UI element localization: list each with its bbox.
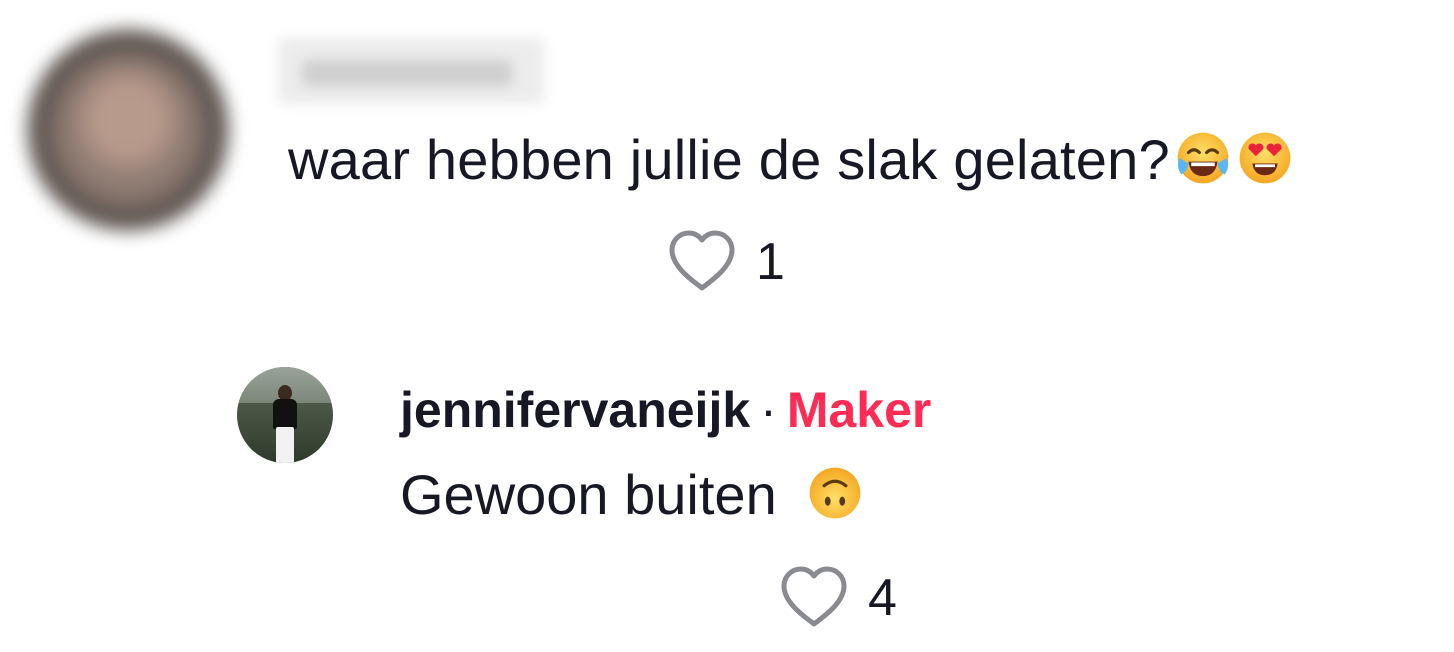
reply-text: Gewoon buiten	[400, 463, 864, 527]
heart-eyes-emoji-icon	[1239, 132, 1291, 184]
like-count: 1	[756, 233, 785, 291]
comment-author-name[interactable]	[278, 38, 544, 104]
comment-like-button[interactable]: 1	[666, 228, 785, 296]
like-count: 4	[868, 569, 897, 627]
reply-author-name[interactable]: jennifervaneijk	[400, 382, 750, 438]
reply-text-body: Gewoon buiten	[400, 463, 777, 526]
comment-text: waar hebben jullie de slak gelaten?	[288, 128, 1294, 192]
separator-dot: ·	[760, 382, 777, 438]
avatar[interactable]	[28, 30, 228, 230]
comment-text-body: waar hebben jullie de slak gelaten?	[288, 128, 1170, 191]
laughing-emoji-icon	[1177, 132, 1229, 184]
reply-like-button[interactable]: 4	[778, 564, 897, 632]
reply-header: jennifervaneijk · Maker	[400, 381, 931, 439]
heart-icon	[669, 230, 735, 291]
heart-icon	[781, 566, 847, 627]
creator-badge: Maker	[786, 382, 932, 438]
avatar[interactable]	[237, 367, 333, 463]
upside-down-face-emoji-icon	[809, 467, 861, 519]
